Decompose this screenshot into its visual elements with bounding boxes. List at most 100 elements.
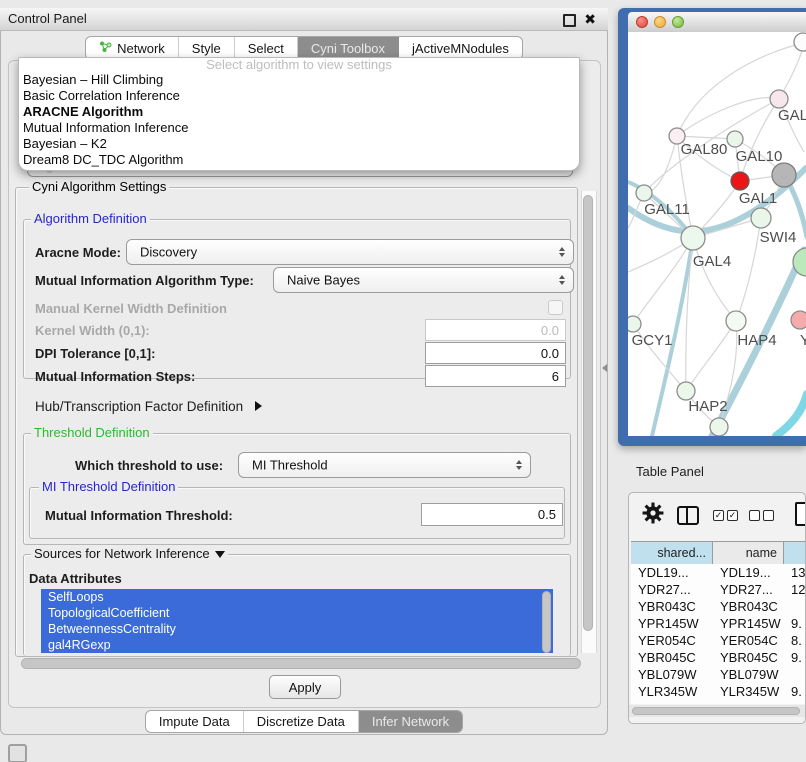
network-node[interactable] <box>731 172 749 190</box>
mi-type-combo[interactable]: Naive Bayes <box>273 267 574 293</box>
checked-checkbox-icon[interactable]: ✓ <box>713 510 724 521</box>
dpi-tolerance-field[interactable]: 0.0 <box>425 342 566 364</box>
unchecked-checkbox-icon[interactable] <box>749 510 760 521</box>
attribute-item-betweennesscentrality[interactable]: BetweennessCentrality <box>41 621 553 637</box>
collapse-arrow-icon <box>215 551 225 558</box>
gear-icon[interactable] <box>642 502 664 524</box>
tab-infer-network[interactable]: Infer Network <box>358 711 462 732</box>
hub-definition-expander[interactable]: Hub/Transcription Factor Definition <box>35 399 262 414</box>
mi-threshold-value: 0.5 <box>538 507 556 522</box>
algorithm-option-bayesian-k2[interactable]: Bayesian – K2 <box>19 136 579 152</box>
network-node[interactable] <box>727 131 743 147</box>
attribute-item-selfloops[interactable]: SelfLoops <box>41 589 553 605</box>
table-hscrollbar-track[interactable] <box>629 705 805 717</box>
table-cell: YBR045C <box>713 649 784 666</box>
table-cell: YLR345W <box>713 683 784 700</box>
table-cell: 9. <box>784 683 806 700</box>
column-header-2[interactable] <box>784 542 806 564</box>
network-window-titlebar[interactable] <box>628 12 806 33</box>
kernel-width-field[interactable]: 0.0 <box>425 319 566 341</box>
network-node[interactable] <box>726 311 746 331</box>
network-node[interactable] <box>710 418 728 436</box>
aracne-mode-combo[interactable]: Discovery <box>126 239 574 265</box>
float-window-icon[interactable] <box>563 14 576 27</box>
which-threshold-value: MI Threshold <box>252 458 328 473</box>
network-node[interactable] <box>681 226 705 250</box>
mi-steps-label: Mutual Information Steps: <box>35 369 195 384</box>
columns-icon[interactable] <box>677 506 699 525</box>
network-node[interactable] <box>770 90 788 108</box>
table-row[interactable]: YIL052CYIL052C9. <box>631 700 806 704</box>
tab-cyni-toolbox[interactable]: Cyni Toolbox <box>297 37 398 59</box>
table-row[interactable]: YBL079WYBL079W <box>631 666 806 683</box>
sources-title-text: Sources for Network Inference <box>34 547 210 561</box>
network-canvas[interactable]: GALGAL80GAL10GAL1GAL11SWI4GAL4GCY1HAP4YH… <box>628 32 806 436</box>
table-cell <box>784 666 806 683</box>
algorithm-option-dream8-dc-tdc-algorithm[interactable]: Dream8 DC_TDC Algorithm <box>19 152 579 168</box>
unchecked-checkbox-icon[interactable] <box>763 510 774 521</box>
tab-network[interactable]: Network <box>86 37 178 59</box>
checked-checkbox-icon[interactable]: ✓ <box>727 510 738 521</box>
file-icon[interactable] <box>795 502 806 526</box>
table-row[interactable]: YBR043CYBR043C <box>631 598 806 615</box>
apply-button[interactable]: Apply <box>269 675 341 699</box>
column-header-name[interactable]: name <box>713 542 784 564</box>
network-node[interactable] <box>794 33 806 51</box>
tab-discretize-data[interactable]: Discretize Data <box>243 711 358 732</box>
data-attributes-list[interactable]: SelfLoopsTopologicalCoefficientBetweenne… <box>41 589 553 655</box>
network-node-label: GCY1 <box>632 332 673 349</box>
close-traffic-light[interactable] <box>636 16 648 28</box>
table-row[interactable]: YLR345WYLR345W9. <box>631 683 806 700</box>
network-edge <box>693 238 736 321</box>
table-cell: YDL19... <box>631 564 713 581</box>
tab-jactivemnodules[interactable]: jActiveMNodules <box>398 37 522 59</box>
table-cell: YDR27... <box>713 581 784 598</box>
tab-select[interactable]: Select <box>234 37 297 59</box>
docked-panel-icon[interactable] <box>8 744 27 762</box>
close-icon[interactable]: ✖ <box>584 11 596 28</box>
tab-style[interactable]: Style <box>178 37 234 59</box>
attribute-item-topologicalcoefficient[interactable]: TopologicalCoefficient <box>41 605 553 621</box>
algorithm-option-aracne-algorithm[interactable]: ARACNE Algorithm <box>19 104 579 120</box>
control-panel-titlebar[interactable]: Control Panel ✖ <box>0 8 608 31</box>
network-node-label: GAL80 <box>681 141 728 158</box>
settings-scrollbar-thumb[interactable] <box>583 195 593 631</box>
minimize-traffic-light[interactable] <box>654 16 666 28</box>
table-row[interactable]: YER054CYER054C8. <box>631 632 806 649</box>
network-node[interactable] <box>636 185 652 201</box>
mi-threshold-field[interactable]: 0.5 <box>421 503 563 526</box>
table-hscrollbar-thumb[interactable] <box>632 707 800 715</box>
network-node[interactable] <box>791 311 806 329</box>
table-row[interactable]: YBR045CYBR045C9. <box>631 649 806 666</box>
table-row[interactable]: YDL19...YDL19...13 <box>631 564 806 581</box>
algorithm-option-mutual-information-inference[interactable]: Mutual Information Inference <box>19 120 579 136</box>
attribute-item-gal4rgexp[interactable]: gal4RGexp <box>41 637 553 653</box>
network-icon <box>99 40 112 56</box>
zoom-traffic-light[interactable] <box>672 16 684 28</box>
table-cell: 8. <box>784 632 806 649</box>
column-header-shared[interactable]: shared... <box>631 542 713 564</box>
table-row[interactable]: YDR27...YDR27...12 <box>631 581 806 598</box>
hub-definition-label: Hub/Transcription Factor Definition <box>35 399 243 414</box>
network-view-window: GALGAL80GAL10GAL1GAL11SWI4GAL4GCY1HAP4YH… <box>618 8 806 446</box>
algorithm-option-basic-correlation-inference[interactable]: Basic Correlation Inference <box>19 88 579 104</box>
attributes-scrollbar-thumb[interactable] <box>542 591 551 653</box>
split-divider-handle[interactable] <box>602 364 607 372</box>
table-row[interactable]: YPR145WYPR145W9. <box>631 615 806 632</box>
sources-group-title[interactable]: Sources for Network Inference <box>31 547 228 561</box>
table-panel-window: ✓ ✓ shared...name YDL19...YDL19...13YDR2… <box>628 492 806 724</box>
dpi-tolerance-value: 0.0 <box>541 346 559 361</box>
settings-scrollbar-track[interactable] <box>581 191 597 653</box>
table-body[interactable]: YDL19...YDL19...13YDR27...YDR27...12YBR0… <box>631 564 806 704</box>
manual-kernel-checkbox[interactable] <box>548 300 563 315</box>
settings-hscrollbar-thumb[interactable] <box>21 658 581 669</box>
tab-impute-data[interactable]: Impute Data <box>146 711 243 732</box>
network-node[interactable] <box>772 163 796 187</box>
network-node[interactable] <box>751 208 771 228</box>
network-node[interactable] <box>628 316 641 332</box>
mi-steps-field[interactable]: 6 <box>425 365 566 387</box>
algorithm-option-bayesian-hill-climbing[interactable]: Bayesian – Hill Climbing <box>19 72 579 88</box>
which-threshold-combo[interactable]: MI Threshold <box>238 452 531 478</box>
kernel-width-label: Kernel Width (0,1): <box>35 323 150 338</box>
tab-select-label: Select <box>248 41 284 56</box>
